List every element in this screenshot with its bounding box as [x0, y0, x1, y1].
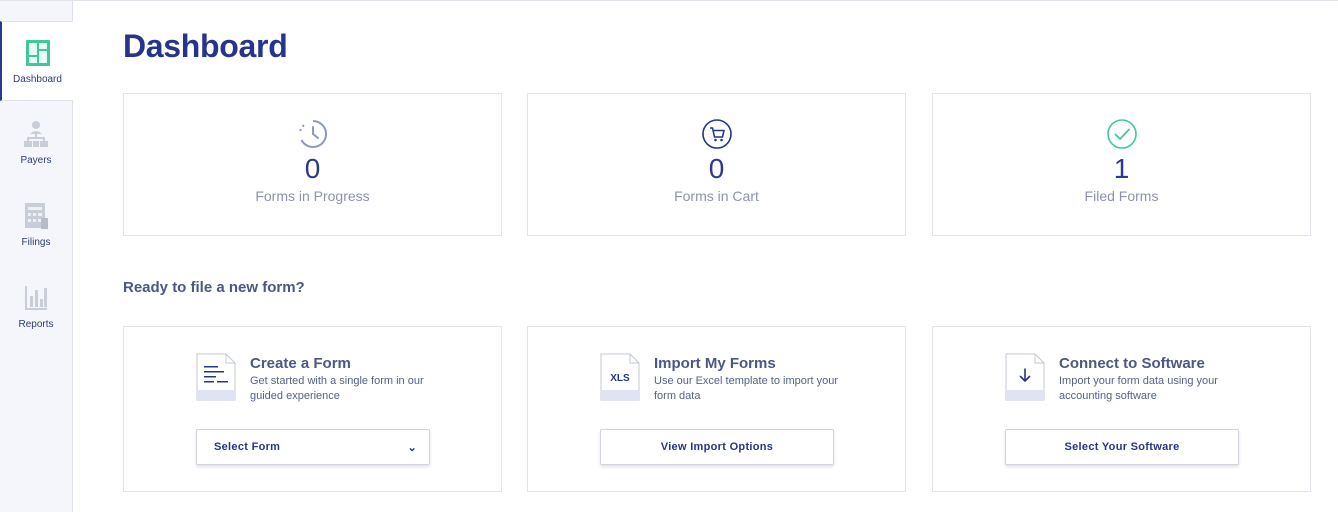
sidebar-item-dashboard[interactable]: Dashboard	[0, 21, 73, 101]
action-card-create-form: Create a Form Get started with a single …	[123, 326, 502, 492]
cart-icon	[701, 118, 733, 150]
stat-label: Forms in Cart	[674, 188, 759, 204]
page-title: Dashboard	[123, 28, 288, 64]
xls-file-icon: XLS	[600, 353, 640, 401]
select-your-software-button[interactable]: Select Your Software	[1005, 429, 1239, 465]
sidebar-item-label: Reports	[18, 319, 54, 330]
stat-card-filed-forms: 1 Filed Forms	[932, 93, 1311, 236]
sidebar-item-label: Payers	[20, 155, 52, 166]
select-form-dropdown[interactable]: Select Form ⌄	[196, 429, 430, 465]
sidebar-item-filings[interactable]: Filings	[0, 185, 72, 265]
check-circle-icon	[1106, 118, 1138, 150]
action-card-import-forms: XLS Import My Forms Use our Excel templa…	[527, 326, 906, 492]
top-divider	[0, 0, 1338, 1]
reports-icon	[22, 283, 50, 313]
sidebar: Dashboard Payers Filings Reports	[0, 1, 73, 512]
stat-value: 1	[1113, 153, 1130, 184]
stat-value: 0	[708, 153, 725, 184]
action-description: Import your form data using your account…	[1059, 375, 1218, 402]
stat-card-forms-in-progress: 0 Forms in Progress	[123, 93, 502, 236]
sidebar-item-reports[interactable]: Reports	[0, 267, 72, 347]
view-import-options-button[interactable]: View Import Options	[600, 429, 834, 465]
sidebar-item-payers[interactable]: Payers	[0, 103, 72, 183]
filings-icon	[22, 201, 50, 231]
action-title: Import My Forms	[654, 355, 776, 372]
action-card-connect-software: Connect to Software Import your form dat…	[932, 326, 1311, 492]
payers-icon	[22, 119, 50, 149]
chevron-down-icon: ⌄	[407, 441, 417, 454]
document-lines-icon	[196, 353, 236, 401]
stat-label: Filed Forms	[1084, 188, 1159, 204]
action-description: Get started with a single form in our gu…	[250, 375, 424, 402]
stat-label: Forms in Progress	[255, 188, 370, 204]
stat-value: 0	[304, 153, 321, 184]
sidebar-item-label: Dashboard	[13, 74, 62, 85]
download-file-icon	[1005, 353, 1045, 401]
sidebar-item-label: Filings	[21, 237, 51, 248]
select-form-label: Select Form	[214, 441, 281, 453]
new-form-heading: Ready to file a new form?	[123, 279, 305, 296]
action-description: Use our Excel template to import your fo…	[654, 375, 839, 402]
dashboard-icon	[24, 38, 52, 68]
stat-card-forms-in-cart: 0 Forms in Cart	[527, 93, 906, 236]
action-title: Create a Form	[250, 355, 351, 372]
action-title: Connect to Software	[1059, 355, 1205, 372]
svg-text:XLS: XLS	[610, 373, 630, 384]
clock-icon	[297, 118, 329, 150]
